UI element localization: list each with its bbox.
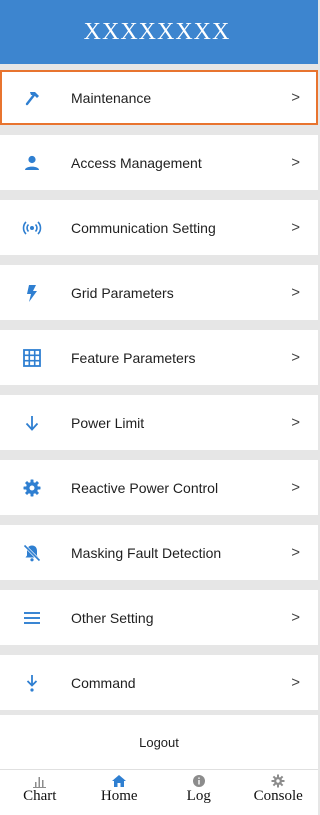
menu-item-communication-setting[interactable]: Communication Setting >	[0, 200, 318, 255]
arrow-down-to-point-icon	[22, 673, 42, 693]
tab-home[interactable]: Home	[80, 770, 160, 815]
chevron-right-icon: >	[291, 544, 300, 561]
menu-item-feature-parameters[interactable]: Feature Parameters >	[0, 330, 318, 385]
menu-item-label: Reactive Power Control	[71, 479, 219, 496]
menu-item-command[interactable]: Command >	[0, 655, 318, 710]
menu-item-label: Access Management	[71, 154, 202, 171]
tab-log[interactable]: Log	[159, 770, 239, 815]
chevron-right-icon: >	[291, 89, 300, 106]
menu-item-label: Masking Fault Detection	[71, 544, 222, 561]
menu-item-label: Communication Setting	[71, 219, 216, 236]
chevron-right-icon: >	[291, 219, 300, 236]
bar-chart-icon	[32, 774, 48, 788]
gear-icon	[270, 774, 286, 788]
menu-item-reactive-power-control[interactable]: Reactive Power Control >	[0, 460, 318, 515]
menu-item-label: Power Limit	[71, 414, 145, 431]
chevron-right-icon: >	[291, 284, 300, 301]
menu-item-maintenance[interactable]: Maintenance >	[0, 70, 318, 125]
arrow-down-icon	[22, 413, 42, 433]
tab-label: Log	[186, 788, 211, 804]
chevron-right-icon: >	[291, 349, 300, 366]
menu-lines-icon	[22, 608, 42, 628]
tab-console[interactable]: Console	[239, 770, 319, 815]
menu-item-label: Command	[71, 674, 136, 691]
tab-chart[interactable]: Chart	[0, 770, 80, 815]
app-header: XXXXXXXX	[0, 0, 318, 64]
menu-item-access-management[interactable]: Access Management >	[0, 135, 318, 190]
bell-off-icon	[22, 543, 42, 563]
tab-label: Home	[100, 788, 138, 804]
grid-table-icon	[22, 348, 42, 368]
menu-item-power-limit[interactable]: Power Limit >	[0, 395, 318, 450]
wireless-signal-icon	[22, 218, 42, 238]
gear-icon	[22, 478, 42, 498]
menu-item-other-setting[interactable]: Other Setting >	[0, 590, 318, 645]
info-icon	[191, 774, 207, 788]
menu-item-label: Maintenance	[71, 89, 152, 106]
hammer-icon	[22, 88, 42, 108]
tab-label: Chart	[23, 788, 57, 804]
app-title: XXXXXXXX	[83, 18, 231, 45]
menu-item-grid-parameters[interactable]: Grid Parameters >	[0, 265, 318, 320]
home-icon	[111, 774, 127, 788]
chevron-right-icon: >	[291, 414, 300, 431]
chevron-right-icon: >	[291, 154, 300, 171]
menu-item-label: Feature Parameters	[71, 349, 196, 366]
menu-item-label: Grid Parameters	[71, 284, 174, 301]
tab-label: Console	[253, 788, 303, 804]
menu-item-label: Other Setting	[71, 609, 154, 626]
settings-menu: Maintenance > Access Management > Commun…	[0, 70, 318, 720]
bottom-nav: Chart Home Log Console	[0, 769, 318, 815]
logout-button[interactable]: Logout	[0, 715, 318, 769]
chevron-right-icon: >	[291, 479, 300, 496]
menu-item-masking-fault-detection[interactable]: Masking Fault Detection >	[0, 525, 318, 580]
chevron-right-icon: >	[291, 609, 300, 626]
chevron-right-icon: >	[291, 674, 300, 691]
lightning-bolt-icon	[22, 283, 42, 303]
person-icon	[22, 153, 42, 173]
